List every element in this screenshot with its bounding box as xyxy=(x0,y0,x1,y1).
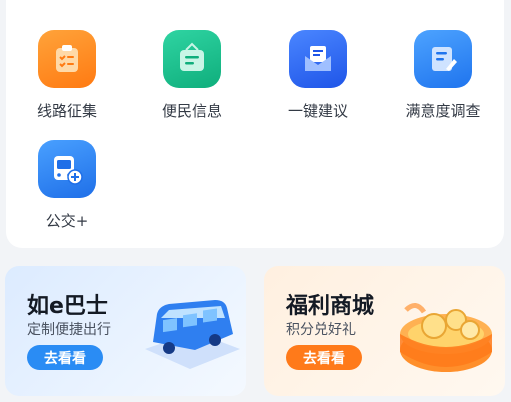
promo-card-e-bus[interactable]: 如e巴士 定制便捷出行 去看看 xyxy=(5,266,246,396)
route-collection-icon xyxy=(38,30,96,88)
service-label: 线路征集 xyxy=(36,102,97,120)
bus-plus-icon xyxy=(38,140,96,198)
service-satisfaction-survey[interactable]: 满意度调查 xyxy=(388,28,498,128)
promo-go-button[interactable]: 去看看 xyxy=(27,345,103,370)
promo-go-button[interactable]: 去看看 xyxy=(286,345,362,370)
promo-title: 如e巴士 xyxy=(27,294,108,319)
service-label: 便民信息 xyxy=(161,102,222,120)
service-label: 一键建议 xyxy=(287,102,348,120)
promo-subtitle: 积分兑好礼 xyxy=(286,322,356,338)
service-grid: 线路征集 便民信息 一键建议 满意度调查 公交+ xyxy=(6,0,504,248)
service-label: 公交+ xyxy=(45,212,89,230)
service-bus-plus[interactable]: 公交+ xyxy=(12,138,122,238)
gift-coins-icon xyxy=(400,303,492,372)
mail-suggestion-icon xyxy=(289,30,347,88)
service-one-click-suggestion[interactable]: 一键建议 xyxy=(263,28,373,128)
promo-subtitle: 定制便捷出行 xyxy=(27,322,111,338)
survey-icon xyxy=(414,30,472,88)
bus-illustration-icon xyxy=(145,300,240,369)
promo-card-welfare-mall[interactable]: 福利商城 积分兑好礼 去看看 xyxy=(264,266,505,396)
info-board-icon xyxy=(163,30,221,88)
promo-title: 福利商城 xyxy=(286,294,375,319)
service-convenience-info[interactable]: 便民信息 xyxy=(137,28,247,128)
service-route-collection[interactable]: 线路征集 xyxy=(12,28,122,128)
service-label: 满意度调查 xyxy=(405,102,481,120)
